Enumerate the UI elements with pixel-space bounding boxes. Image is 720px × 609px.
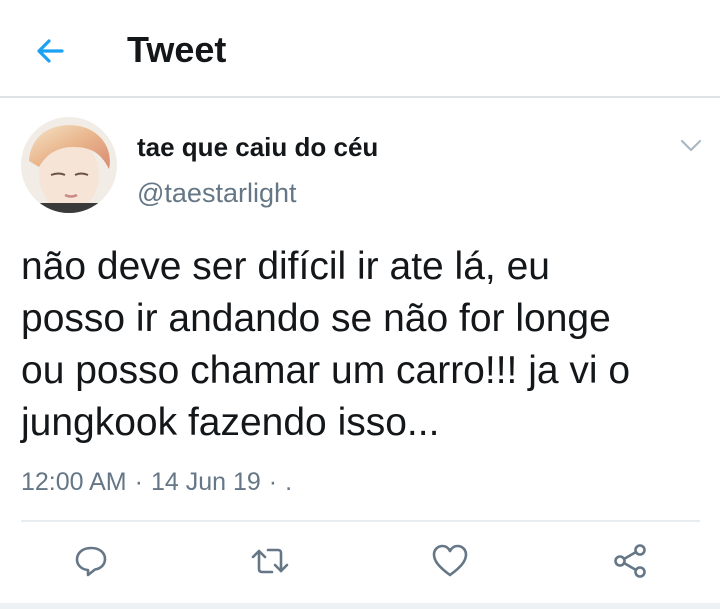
section-divider — [0, 603, 720, 609]
tweet-meta: 12:00 AM · 14 Jun 19 ·. — [21, 466, 292, 498]
tweet-source[interactable]: . — [285, 468, 292, 496]
heart-icon — [432, 544, 468, 577]
tweet-date: 14 Jun 19 — [150, 468, 261, 496]
share-button[interactable] — [610, 541, 650, 581]
meta-separator: · — [134, 468, 143, 496]
chevron-down-icon — [680, 139, 702, 152]
user-handle[interactable]: @taestarlight — [137, 176, 296, 210]
top-bar: Tweet — [0, 0, 720, 98]
reply-icon — [75, 546, 107, 577]
back-button[interactable] — [30, 31, 70, 71]
tweet-menu-button[interactable] — [676, 134, 706, 158]
reply-button[interactable] — [71, 541, 111, 581]
like-button[interactable] — [430, 541, 470, 581]
display-name[interactable]: tae que caiu do céu — [137, 131, 378, 163]
page-title: Tweet — [127, 29, 227, 70]
avatar-image — [21, 117, 117, 213]
tweet-time: 12:00 AM — [21, 468, 127, 496]
retweet-icon — [251, 548, 289, 574]
share-icon — [614, 544, 646, 578]
tweet-text: não deve ser difícil ir ate lá, eu posso… — [21, 245, 631, 444]
retweet-button[interactable] — [250, 541, 290, 581]
arrow-left-icon — [37, 39, 64, 63]
avatar[interactable] — [21, 117, 117, 213]
divider — [21, 520, 700, 522]
meta-separator: · — [268, 468, 278, 496]
